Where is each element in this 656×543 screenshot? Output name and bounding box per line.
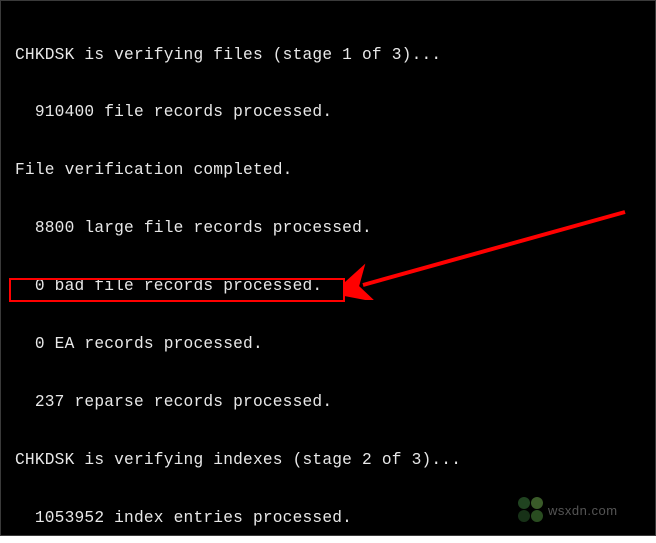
console-line: CHKDSK is verifying indexes (stage 2 of … (15, 451, 643, 470)
console-line: CHKDSK is verifying files (stage 1 of 3)… (15, 46, 643, 65)
console-line: File verification completed. (15, 161, 643, 180)
watermark: wsxdn.com (518, 497, 638, 529)
console-line: 0 EA records processed. (15, 335, 643, 354)
console-line: 8800 large file records processed. (15, 219, 643, 238)
console-line: 910400 file records processed. (15, 103, 643, 122)
watermark-logo-icon (518, 497, 546, 525)
console-line: 0 bad file records processed. (15, 277, 643, 296)
console-line: 237 reparse records processed. (15, 393, 643, 412)
chkdsk-console-output: CHKDSK is verifying files (stage 1 of 3)… (0, 0, 656, 536)
watermark-text: wsxdn.com (548, 503, 618, 518)
